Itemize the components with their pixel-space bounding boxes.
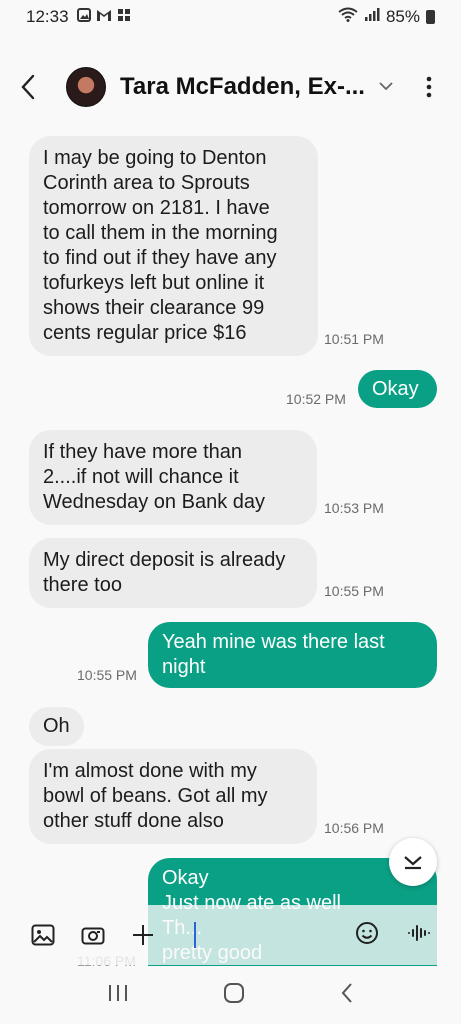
message-outgoing[interactable]: Yeah mine was there last night: [148, 622, 437, 688]
status-time: 12:33: [26, 7, 69, 26]
message-timestamp: 10:51 PM: [324, 331, 384, 347]
add-attachment-button[interactable]: [130, 922, 156, 948]
more-vert-icon: [426, 76, 432, 98]
gmail-icon: [96, 7, 112, 27]
message-text: I may be going to Denton Corinth area to…: [29, 136, 318, 356]
app-icon: [117, 7, 131, 27]
voice-button[interactable]: [407, 921, 431, 950]
camera-button[interactable]: [80, 922, 106, 948]
message-timestamp: 10:55 PM: [324, 583, 384, 599]
home-button[interactable]: [223, 982, 245, 1009]
message-timestamp: 10:53 PM: [324, 500, 384, 516]
message-text: Oh: [29, 707, 84, 746]
text-input-cursor[interactable]: [194, 922, 196, 948]
system-navbar: [0, 970, 461, 1020]
conversation-header: Tara McFadden, Ex-...: [0, 58, 461, 116]
message-timestamp: 10:55 PM: [77, 667, 137, 683]
message-text: My direct deposit is already there too: [29, 538, 317, 608]
chevron-down-icon[interactable]: [379, 78, 393, 96]
message-incoming[interactable]: If they have more than 2....if not will …: [29, 430, 317, 525]
back-arrow-icon: [21, 74, 35, 100]
message-incoming[interactable]: I'm almost done with my bowl of beans. G…: [29, 749, 317, 844]
gallery-icon: [76, 7, 91, 27]
plus-icon: [133, 925, 153, 945]
home-icon: [224, 982, 245, 1003]
message-text: Yeah mine was there last night: [148, 622, 437, 688]
back-icon: [341, 982, 352, 1003]
message-timestamp: 10:52 PM: [286, 391, 346, 407]
notification-icons: [76, 7, 131, 27]
signal-icon: [364, 7, 380, 27]
message-timestamp: 10:56 PM: [324, 820, 384, 836]
recents-icon: [109, 984, 128, 1001]
back-button[interactable]: [20, 69, 56, 105]
chevron-down-icon: [404, 856, 422, 870]
status-bar: 12:33 85%: [0, 0, 461, 34]
back-nav-button[interactable]: [340, 982, 354, 1009]
status-right: 85%: [338, 7, 435, 27]
scroll-to-bottom-button[interactable]: [389, 838, 437, 886]
message-incoming[interactable]: Oh: [29, 707, 84, 746]
battery-percent: 85%: [385, 7, 420, 26]
more-options-button[interactable]: [417, 67, 441, 107]
message-text: Okay: [358, 370, 437, 408]
message-composer: [0, 910, 461, 960]
emoji-icon: [356, 921, 378, 944]
message-incoming[interactable]: I may be going to Denton Corinth area to…: [29, 136, 318, 356]
recents-button[interactable]: [107, 983, 129, 1008]
attach-gallery-button[interactable]: [30, 922, 56, 948]
contact-name[interactable]: Tara McFadden, Ex-...: [120, 73, 365, 101]
wifi-icon: [338, 7, 358, 27]
voice-icon: [408, 924, 430, 941]
message-text: If they have more than 2....if not will …: [29, 430, 317, 525]
gallery-icon: [31, 924, 55, 946]
message-outgoing[interactable]: Okay: [358, 370, 437, 408]
message-text: I'm almost done with my bowl of beans. G…: [29, 749, 317, 844]
camera-icon: [81, 927, 105, 945]
message-incoming[interactable]: My direct deposit is already there too: [29, 538, 317, 608]
battery-icon: [426, 10, 435, 24]
avatar[interactable]: [66, 67, 106, 107]
emoji-button[interactable]: [355, 921, 379, 950]
